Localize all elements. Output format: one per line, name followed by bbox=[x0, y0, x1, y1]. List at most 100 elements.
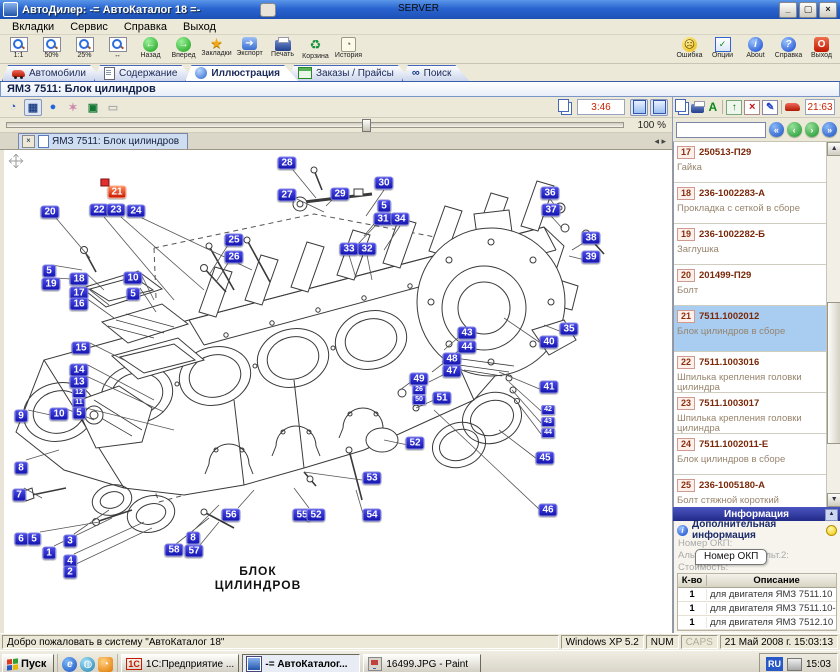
callout-58[interactable]: 58 bbox=[164, 544, 183, 557]
callout-57[interactable]: 57 bbox=[184, 545, 203, 558]
part-row-25[interactable]: 25236-1005180-АБолт стяжной короткий bbox=[674, 475, 826, 507]
pan-mode-button[interactable]: ◔ bbox=[4, 99, 22, 116]
messenger-icon[interactable]: ◍ bbox=[80, 657, 95, 672]
callout-26[interactable]: 26 bbox=[412, 385, 426, 395]
nav-last-button[interactable]: » bbox=[822, 122, 837, 137]
thumbnails-button[interactable]: ▦ bbox=[24, 99, 42, 116]
callout-47[interactable]: 47 bbox=[442, 365, 461, 378]
close-button[interactable]: × bbox=[819, 2, 837, 18]
tab-заказы-прайсы[interactable]: Заказы / Прайсы bbox=[288, 65, 412, 81]
callout-54[interactable]: 54 bbox=[362, 509, 381, 522]
print-list-button[interactable] bbox=[691, 99, 704, 116]
part-row-22[interactable]: 227511.1003016Шпилька крепления головки … bbox=[674, 352, 826, 393]
task-button-2[interactable]: -= АвтоКаталог... bbox=[242, 654, 360, 672]
add-to-order-button[interactable]: ↑ bbox=[726, 99, 742, 116]
qty-header[interactable]: К-во bbox=[678, 575, 707, 586]
minimize-button[interactable]: _ bbox=[779, 2, 797, 18]
callout-53[interactable]: 53 bbox=[362, 472, 381, 485]
zoom-25-button[interactable]: 25% bbox=[68, 36, 101, 63]
zoom-slider-thumb[interactable] bbox=[362, 119, 371, 132]
callout-50[interactable]: 50 bbox=[412, 395, 426, 405]
scheduler-icon[interactable]: ◔ bbox=[98, 657, 113, 672]
callout-33[interactable]: 33 bbox=[339, 243, 358, 256]
callout-56[interactable]: 56 bbox=[221, 509, 240, 522]
delete-button[interactable]: × bbox=[744, 99, 760, 116]
callout-21[interactable]: 21 bbox=[107, 186, 126, 199]
tray-device-icon[interactable] bbox=[787, 658, 802, 671]
callout-34[interactable]: 34 bbox=[390, 213, 409, 226]
callout-43[interactable]: 43 bbox=[541, 417, 555, 427]
favorites-button[interactable]: ✶ bbox=[64, 99, 82, 116]
callout-51[interactable]: 51 bbox=[432, 392, 451, 405]
callout-2[interactable]: 2 bbox=[63, 566, 77, 579]
tab-иллюстрация[interactable]: Иллюстрация bbox=[185, 65, 298, 81]
nav-first-button[interactable]: « bbox=[769, 122, 784, 137]
callout-10[interactable]: 10 bbox=[49, 408, 68, 421]
callout-38[interactable]: 38 bbox=[581, 232, 600, 245]
part-row-20[interactable]: 20201499-П29Болт bbox=[674, 265, 826, 306]
close-doc-icon[interactable]: × bbox=[22, 135, 35, 148]
catalog-tree-button[interactable]: А bbox=[706, 99, 719, 116]
callout-12[interactable]: 12 bbox=[72, 388, 86, 398]
callout-8[interactable]: 8 bbox=[14, 462, 28, 475]
callout-29[interactable]: 29 bbox=[330, 188, 349, 201]
menu-item-3[interactable]: Справка bbox=[117, 21, 174, 33]
exit-button[interactable]: OВыход bbox=[805, 36, 838, 63]
callout-15[interactable]: 15 bbox=[71, 342, 90, 355]
forward-button[interactable]: →Вперед bbox=[167, 36, 200, 63]
drawing-canvas[interactable]: 2821272920222324305313436373839252633325… bbox=[0, 150, 672, 633]
nav-prev-button[interactable]: ‹ bbox=[787, 122, 802, 137]
part-row-21[interactable]: 217511.1002012Блок цилиндров в сборе bbox=[674, 306, 826, 352]
callout-5[interactable]: 5 bbox=[126, 288, 140, 301]
task-button-3[interactable]: 16499.JPG - Paint bbox=[363, 654, 481, 672]
language-indicator[interactable]: RU bbox=[766, 657, 783, 671]
print-button[interactable]: Печать bbox=[266, 36, 299, 63]
callout-24[interactable]: 24 bbox=[126, 205, 145, 218]
history-button[interactable]: ◔История bbox=[332, 36, 365, 63]
part-row-24[interactable]: 247511.1002011-ЕБлок цилиндров в сборе bbox=[674, 434, 826, 475]
callout-30[interactable]: 30 bbox=[374, 177, 393, 190]
callout-37[interactable]: 37 bbox=[541, 204, 560, 217]
info-collapse-icon[interactable]: ▲ bbox=[825, 509, 838, 521]
callout-28[interactable]: 28 bbox=[277, 157, 296, 170]
edit-button[interactable]: ✎ bbox=[762, 99, 778, 116]
ie-icon[interactable]: e bbox=[62, 657, 77, 672]
export-button[interactable]: ➔Экспорт bbox=[233, 36, 266, 63]
callout-5[interactable]: 5 bbox=[27, 533, 41, 546]
callout-43[interactable]: 43 bbox=[457, 327, 476, 340]
callout-8[interactable]: 8 bbox=[186, 532, 200, 545]
basket-button[interactable]: ♻Корзина bbox=[299, 36, 332, 63]
copy-list-button[interactable] bbox=[675, 99, 689, 116]
callout-5[interactable]: 5 bbox=[72, 407, 86, 420]
callout-19[interactable]: 19 bbox=[41, 278, 60, 291]
usage-row[interactable]: 1для двигателя ЯМЗ 7512.10 bbox=[678, 616, 837, 630]
callout-36[interactable]: 36 bbox=[540, 187, 559, 200]
callout-44[interactable]: 44 bbox=[457, 341, 476, 354]
callout-9[interactable]: 9 bbox=[14, 410, 28, 423]
callout-52[interactable]: 52 bbox=[306, 509, 325, 522]
vehicle-button[interactable] bbox=[785, 99, 800, 116]
callout-16[interactable]: 16 bbox=[69, 298, 88, 311]
zoom-100-button[interactable]: 1:1 bbox=[2, 36, 35, 63]
nav-next-button[interactable]: › bbox=[805, 122, 820, 137]
tab-поиск[interactable]: ∞Поиск bbox=[402, 65, 470, 81]
callout-5[interactable]: 5 bbox=[377, 200, 391, 213]
usage-row[interactable]: 1для двигателя ЯМЗ 7511.10 bbox=[678, 588, 837, 602]
callout-3[interactable]: 3 bbox=[63, 535, 77, 548]
scroll-down-icon[interactable]: ▼ bbox=[827, 493, 840, 507]
part-row-19[interactable]: 19236-1002282-БЗаглушка bbox=[674, 224, 826, 265]
document-tab[interactable]: × ЯМЗ 7511: Блок цилиндров bbox=[18, 133, 188, 149]
callout-27[interactable]: 27 bbox=[277, 189, 296, 202]
callout-26[interactable]: 26 bbox=[224, 251, 243, 264]
callout-44[interactable]: 44 bbox=[541, 428, 555, 438]
start-button[interactable]: Пуск bbox=[2, 654, 54, 672]
back-button[interactable]: ←Назад bbox=[134, 36, 167, 63]
task-button-1[interactable]: 1С1С:Предприятие ... bbox=[121, 654, 239, 672]
callout-45[interactable]: 45 bbox=[535, 452, 554, 465]
tab-scroll-arrows[interactable]: ◂ ▸ bbox=[654, 136, 666, 147]
zoom-fit-button[interactable]: ↔ bbox=[101, 36, 134, 63]
tab-содержание[interactable]: Содержание bbox=[94, 65, 195, 81]
callout-46[interactable]: 46 bbox=[538, 504, 557, 517]
callout-32[interactable]: 32 bbox=[357, 243, 376, 256]
callout-1[interactable]: 1 bbox=[42, 547, 56, 560]
